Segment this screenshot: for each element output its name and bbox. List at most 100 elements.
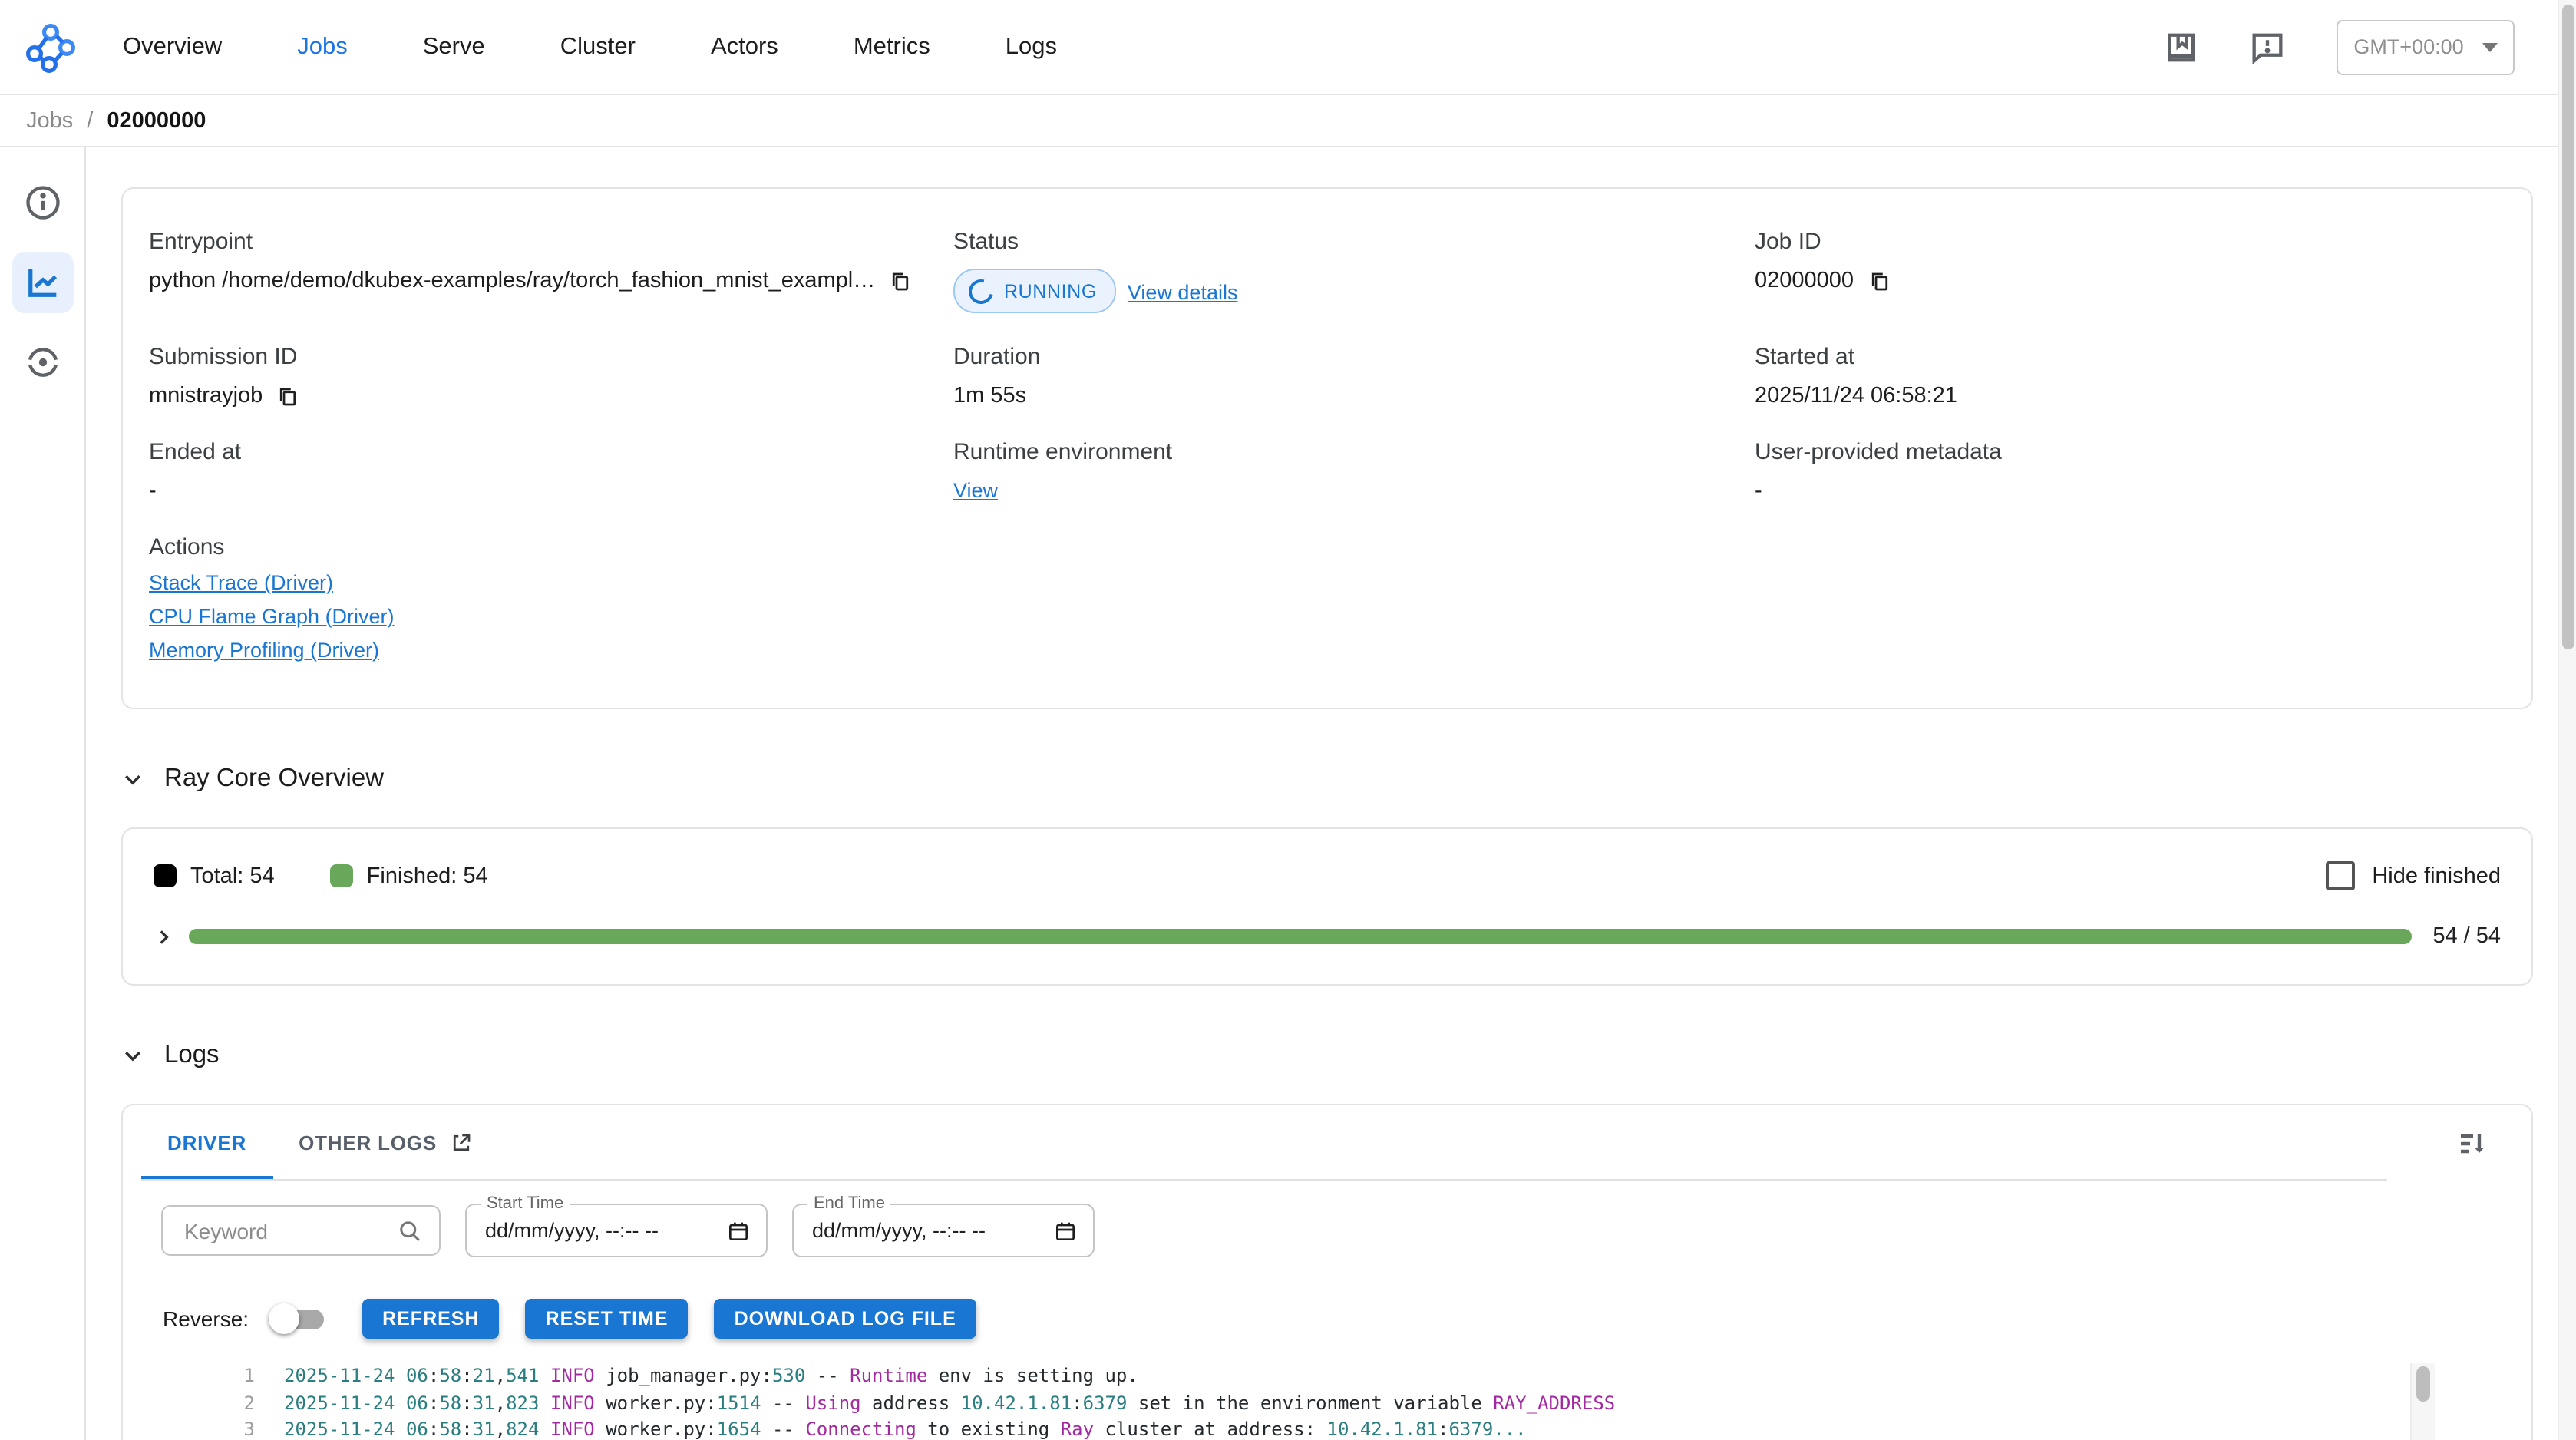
keyword-input[interactable] [181,1217,396,1244]
timezone-select[interactable]: GMT+00:00 [2337,19,2515,74]
chevron-right-icon[interactable] [154,926,173,946]
nav-item-cluster[interactable]: Cluster [560,33,636,61]
ray-core-section-header: Ray Core Overview [121,765,2533,794]
submission-id-field: Submission ID mnistrayjob [149,344,953,408]
chevron-down-icon[interactable] [121,768,144,791]
reverse-toggle[interactable] [269,1303,330,1334]
tab-driver[interactable]: DRIVER [141,1105,272,1179]
status-field: Status RUNNING View details [953,229,1755,313]
copy-icon[interactable] [1868,269,1891,292]
nav-item-metrics[interactable]: Metrics [854,33,930,61]
end-time-label: End Time [807,1194,891,1213]
tab-other-logs[interactable]: OTHER LOGS [272,1105,500,1179]
job-id-label: Job ID [1755,229,2495,255]
user-metadata-field: User-provided metadata - [1755,439,2495,504]
nav-item-overview[interactable]: Overview [123,33,222,61]
breadcrumb: Jobs / 02000000 [0,95,2576,147]
status-label: Status [953,229,1755,255]
log-line: 32025-11-24 06:58:31,824 INFO worker.py:… [123,1417,2410,1440]
refresh-button[interactable]: REFRESH [362,1299,499,1339]
feedback-icon[interactable] [2247,27,2287,67]
calendar-icon[interactable] [1053,1218,1078,1243]
ray-core-card: Total: 54 Finished: 54 Hide finished [121,827,2533,986]
end-time-field[interactable]: End Time dd/mm/yyyy, --:-- -- [792,1204,1095,1257]
user-metadata-label: User-provided metadata [1755,439,2495,465]
log-tabs: DRIVER OTHER LOGS [141,1105,2387,1181]
finished-swatch [330,864,353,887]
runtime-env-label: Runtime environment [953,439,1755,465]
actions-links: Stack Trace (Driver) CPU Flame Graph (Dri… [149,571,953,662]
hide-finished-control: Hide finished [2326,861,2501,890]
keyword-search-box [161,1205,441,1256]
legend-total: Total: 54 [154,864,275,888]
total-swatch [154,864,177,887]
copy-icon[interactable] [889,269,912,292]
started-at-value: 2025/11/24 06:58:21 [1755,384,2495,408]
log-actions-row: Reverse: REFRESH RESET TIME DOWNLOAD LOG… [123,1299,2531,1339]
hide-finished-checkbox[interactable] [2326,861,2355,890]
log-line: 22025-11-24 06:58:31,823 INFO worker.py:… [123,1390,2410,1417]
target-tab-icon[interactable] [12,332,73,393]
app-bar: Overview Jobs Serve Cluster Actors Metrics Log… [0,0,2576,95]
ray-core-title: Ray Core Overview [164,765,384,794]
log-lines: 12025-11-24 06:58:21,541 INFO job_manage… [123,1363,2410,1440]
log-viewer: 12025-11-24 06:58:21,541 INFO job_manage… [123,1363,2435,1440]
actions-label: Actions [149,534,953,560]
hide-finished-label: Hide finished [2372,864,2501,888]
end-time-value: dd/mm/yyyy, --:-- -- [812,1219,1053,1242]
ended-at-field: Ended at - [149,439,953,504]
spinner-icon [964,274,998,308]
runtime-env-field: Runtime environment View [953,439,1755,504]
start-time-label: Start Time [481,1194,570,1213]
breadcrumb-separator: / [87,108,93,133]
reset-time-button[interactable]: RESET TIME [526,1299,689,1339]
log-scrollbar[interactable] [2410,1363,2435,1440]
page-scrollbar[interactable] [2558,0,2576,1440]
nav-item-serve[interactable]: Serve [423,33,485,61]
sort-logs-icon[interactable] [2455,1125,2492,1162]
side-rail [0,147,86,1440]
search-icon [396,1217,424,1244]
logs-section-header: Logs [121,1041,2533,1070]
action-link[interactable]: Stack Trace (Driver) [149,571,953,594]
tasks-progress-bar [189,929,2411,944]
external-link-icon [451,1131,474,1154]
entrypoint-field: Entrypoint python /home/demo/dkubex-exam… [149,229,953,313]
ray-logo-icon [25,21,77,73]
actions-field: Actions Stack Trace (Driver) CPU Flame Gr… [149,534,953,662]
docs-icon[interactable] [2162,27,2201,67]
download-log-file-button[interactable]: DOWNLOAD LOG FILE [715,1299,976,1339]
calendar-icon[interactable] [726,1218,751,1243]
status-badge: RUNNING [953,269,1117,313]
chevron-down-icon[interactable] [121,1044,144,1067]
duration-field: Duration 1m 55s [953,344,1755,408]
logs-title: Logs [164,1041,220,1070]
copy-icon[interactable] [276,385,299,408]
nav-item-logs[interactable]: Logs [1006,33,1057,61]
charts-tab-icon[interactable] [12,252,73,313]
runtime-env-view-link[interactable]: View [953,479,998,502]
tasks-progress-text: 54 / 54 [2432,924,2501,949]
action-link[interactable]: CPU Flame Graph (Driver) [149,605,953,628]
ended-at-value: - [149,479,953,504]
view-details-link[interactable]: View details [1128,281,1238,304]
started-at-label: Started at [1755,344,2495,370]
log-line: 12025-11-24 06:58:21,541 INFO job_manage… [123,1363,2410,1390]
legend-finished: Finished: 54 [330,864,488,888]
job-id-field: Job ID 02000000 [1755,229,2495,313]
info-tab-icon[interactable] [12,172,73,233]
action-link[interactable]: Memory Profiling (Driver) [149,639,953,662]
nav-item-actors[interactable]: Actors [711,33,778,61]
timezone-value: GMT+00:00 [2353,35,2463,58]
ray-dashboard-window: Overview Jobs Serve Cluster Actors Metrics Log… [0,0,2576,1440]
log-filters: Start Time dd/mm/yyyy, --:-- -- End Time… [123,1204,2531,1257]
breadcrumb-jobs-link[interactable]: Jobs [26,108,73,133]
primary-nav: Overview Jobs Serve Cluster Actors Metrics Log… [123,33,1057,61]
duration-label: Duration [953,344,1755,370]
nav-item-jobs[interactable]: Jobs [297,33,348,61]
entrypoint-label: Entrypoint [149,229,953,255]
duration-value: 1m 55s [953,384,1755,408]
ended-at-label: Ended at [149,439,953,465]
start-time-field[interactable]: Start Time dd/mm/yyyy, --:-- -- [465,1204,768,1257]
start-time-value: dd/mm/yyyy, --:-- -- [485,1219,726,1242]
